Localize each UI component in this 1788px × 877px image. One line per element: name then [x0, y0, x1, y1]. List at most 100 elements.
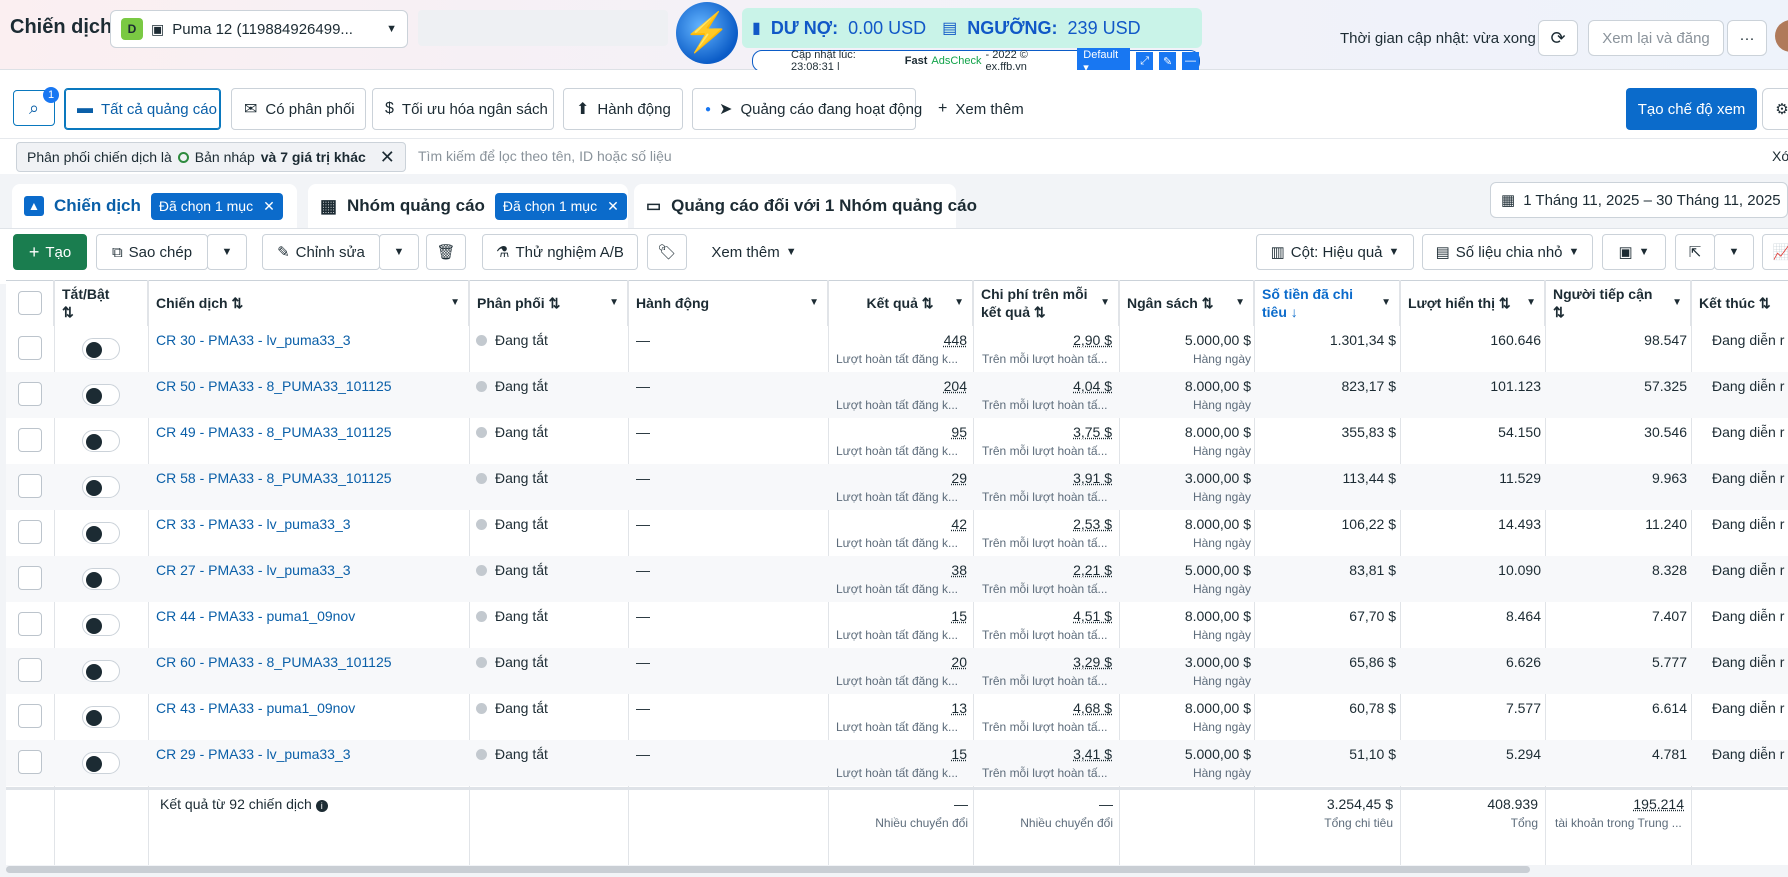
row-toggle[interactable]	[82, 522, 120, 544]
row-toggle[interactable]	[82, 660, 120, 682]
level-tab-adset[interactable]: ▦ Nhóm quảng cáo Đã chọn 1 mục ✕	[308, 184, 628, 228]
minimize-icon[interactable]: —	[1182, 52, 1200, 70]
result-value[interactable]: 15	[951, 746, 967, 762]
header-actions[interactable]: Hành động ▼	[628, 280, 828, 326]
header-results[interactable]: Kết quả ⇅ ▼	[828, 280, 973, 326]
result-value[interactable]: 95	[951, 424, 967, 440]
row-checkbox[interactable]	[18, 474, 42, 498]
table-row[interactable]: CR 60 - PMA33 - 8_PUMA33_101125 Đang tắt —…	[6, 648, 1788, 694]
export-dropdown[interactable]: ▼	[1714, 234, 1754, 270]
info-icon[interactable]: i	[315, 800, 328, 812]
result-value[interactable]: 42	[951, 516, 967, 532]
tab-delivered[interactable]: ✉ Có phân phối	[231, 88, 366, 130]
duplicate-button[interactable]: ⧉ Sao chép	[96, 234, 208, 270]
review-publish-button[interactable]: Xem lại và đăng	[1588, 20, 1724, 56]
result-value[interactable]: 38	[951, 562, 967, 578]
cpr-value[interactable]: 4,68 $	[1073, 700, 1112, 716]
tab-active-ads[interactable]: ● ➤ Quảng cáo đang hoạt động	[692, 88, 922, 130]
table-row[interactable]: CR 49 - PMA33 - 8_PUMA33_101125 Đang tắt —…	[6, 418, 1788, 464]
result-value[interactable]: 15	[951, 608, 967, 624]
row-checkbox[interactable]	[18, 520, 42, 544]
row-toggle[interactable]	[82, 706, 120, 728]
header-ends[interactable]: Kết thúc ⇅	[1691, 280, 1788, 326]
header-amount-spent[interactable]: Số tiền đã chi tiêu ↓ ▼	[1254, 280, 1400, 326]
campaign-name-link[interactable]: CR 27 - PMA33 - lv_puma33_3	[156, 562, 351, 578]
cpr-value[interactable]: 2,53 $	[1073, 516, 1112, 532]
row-toggle[interactable]	[82, 614, 120, 636]
table-row[interactable]: CR 30 - PMA33 - lv_puma33_3 Đang tắt — 448 L…	[6, 326, 1788, 372]
create-button[interactable]: + Tạo	[13, 234, 87, 270]
header-budget[interactable]: Ngân sách ⇅ ▼	[1119, 280, 1254, 326]
header-delivery[interactable]: Phân phối ⇅ ▼	[469, 280, 628, 326]
campaign-name-link[interactable]: CR 33 - PMA33 - lv_puma33_3	[156, 516, 351, 532]
cpr-value[interactable]: 3,41 $	[1073, 746, 1112, 762]
chart-button[interactable]: 📈	[1762, 234, 1788, 270]
see-more-tabs[interactable]: + Xem thêm	[926, 88, 1052, 130]
row-checkbox[interactable]	[18, 750, 42, 774]
row-toggle[interactable]	[82, 476, 120, 498]
result-value[interactable]: 29	[951, 470, 967, 486]
cpr-value[interactable]: 2,90 $	[1073, 332, 1112, 348]
header-campaign[interactable]: Chiến dịch ⇅ ▼	[148, 280, 469, 326]
row-checkbox[interactable]	[18, 658, 42, 682]
tag-button[interactable]: 🏷	[647, 234, 687, 270]
row-checkbox[interactable]	[18, 382, 42, 406]
table-row[interactable]: CR 43 - PMA33 - puma1_09nov Đang tắt — 13 Lư…	[6, 694, 1788, 740]
cpr-value[interactable]: 4,04 $	[1073, 378, 1112, 394]
duplicate-dropdown[interactable]: ▼	[207, 234, 247, 270]
row-checkbox[interactable]	[18, 336, 42, 360]
horizontal-scrollbar[interactable]	[6, 866, 1530, 873]
campaign-name-link[interactable]: CR 30 - PMA33 - lv_puma33_3	[156, 332, 351, 348]
expand-icon[interactable]: ⤢	[1136, 52, 1154, 70]
account-selector[interactable]: D ▣ Puma 12 (119884926499... ▼	[110, 10, 408, 48]
campaign-name-link[interactable]: CR 44 - PMA33 - puma1_09nov	[156, 608, 355, 624]
row-toggle[interactable]	[82, 568, 120, 590]
adset-selected-badge[interactable]: Đã chọn 1 mục ✕	[494, 192, 627, 220]
campaign-name-link[interactable]: CR 29 - PMA33 - lv_puma33_3	[156, 746, 351, 762]
header-reach[interactable]: Người tiếp cận ⇅ ▼	[1545, 280, 1691, 326]
header-impressions[interactable]: Lượt hiển thị ⇅ ▼	[1400, 280, 1545, 326]
row-toggle[interactable]	[82, 338, 120, 360]
sliders-button[interactable]: ⚙	[1762, 88, 1788, 130]
cpr-value[interactable]: 3,91 $	[1073, 470, 1112, 486]
table-row[interactable]: CR 58 - PMA33 - 8_PUMA33_101125 Đang tắt —…	[6, 464, 1788, 510]
clear-filters-link[interactable]: Xóa	[1772, 148, 1788, 164]
header-cost-per-result[interactable]: Chi phí trên mỗi kết quả ⇅ ▼	[973, 280, 1119, 326]
table-row[interactable]: CR 44 - PMA33 - puma1_09nov Đang tắt — 15 Lư…	[6, 602, 1788, 648]
level-tab-ads[interactable]: ▭ Quảng cáo đối với 1 Nhóm quảng cáo	[634, 184, 977, 228]
ab-test-button[interactable]: ⚗ Thử nghiệm A/B	[482, 234, 638, 270]
row-checkbox[interactable]	[18, 428, 42, 452]
tab-budget-optimization[interactable]: $ Tối ưu hóa ngân sách	[372, 88, 554, 130]
row-toggle[interactable]	[82, 430, 120, 452]
export-button[interactable]: ⇱	[1675, 234, 1715, 270]
row-toggle[interactable]	[82, 384, 120, 406]
tab-actions[interactable]: ⬆ Hành động	[563, 88, 683, 130]
edit-dropdown[interactable]: ▼	[379, 234, 419, 270]
campaign-selected-badge[interactable]: Đã chọn 1 mục ✕	[150, 192, 283, 220]
filter-search-input[interactable]: Tìm kiếm để lọc theo tên, ID hoặc số liệ…	[418, 148, 672, 164]
date-range-picker[interactable]: ▦ 1 Tháng 11, 2025 – 30 Tháng 11, 2025 ▼	[1490, 182, 1788, 218]
create-view-button[interactable]: Tạo chế độ xem	[1626, 88, 1757, 130]
table-row[interactable]: CR 33 - PMA33 - lv_puma33_3 Đang tắt — 42 Lư…	[6, 510, 1788, 556]
table-row[interactable]: CR 50 - PMA33 - 8_PUMA33_101125 Đang tắt —…	[6, 372, 1788, 418]
result-value[interactable]: 448	[944, 332, 967, 348]
delete-button[interactable]: 🗑	[426, 234, 466, 270]
result-value[interactable]: 13	[951, 700, 967, 716]
result-value[interactable]: 204	[944, 378, 967, 394]
close-icon[interactable]: ✕	[263, 198, 275, 215]
see-more-toolbar[interactable]: Xem thêm ▼	[700, 234, 808, 270]
header-toggle[interactable]: Tắt/Bật ⇅	[54, 280, 148, 326]
row-checkbox[interactable]	[18, 704, 42, 728]
edit-button[interactable]: ✎ Chỉnh sửa	[262, 234, 380, 270]
cpr-value[interactable]: 4,51 $	[1073, 608, 1112, 624]
campaign-name-link[interactable]: CR 49 - PMA33 - 8_PUMA33_101125	[156, 424, 392, 440]
columns-button[interactable]: ▥ Cột: Hiệu quả ▼	[1256, 234, 1414, 270]
level-tab-campaign[interactable]: ▲ Chiến dịch Đã chọn 1 mục ✕	[12, 184, 297, 228]
campaign-name-link[interactable]: CR 50 - PMA33 - 8_PUMA33_101125	[156, 378, 392, 394]
result-value[interactable]: 20	[951, 654, 967, 670]
cpr-value[interactable]: 3,75 $	[1073, 424, 1112, 440]
close-icon[interactable]: ✕	[380, 147, 395, 168]
reports-button[interactable]: ▣ ▼	[1602, 234, 1666, 270]
row-checkbox[interactable]	[18, 566, 42, 590]
tab-all-ads[interactable]: ▬ Tất cả quảng cáo	[64, 88, 221, 130]
